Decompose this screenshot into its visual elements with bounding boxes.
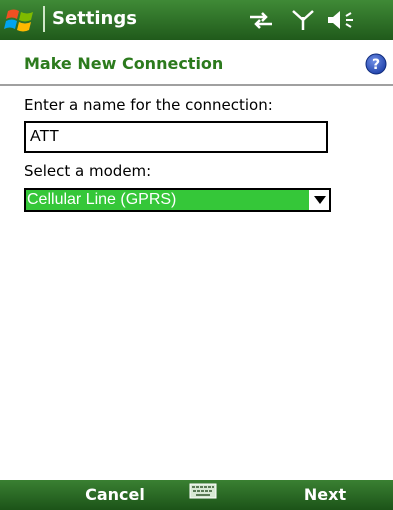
page-title: Make New Connection: [24, 54, 224, 73]
title-separator: [43, 6, 45, 32]
windows-start-icon[interactable]: [4, 4, 38, 36]
title-bar: Settings: [0, 0, 393, 40]
modem-selected-value: Cellular Line (GPRS): [26, 190, 309, 210]
app-title: Settings: [52, 8, 137, 29]
signal-antenna-icon[interactable]: [290, 9, 316, 31]
connection-name-label: Enter a name for the connection:: [24, 96, 273, 114]
keyboard-icon[interactable]: [189, 483, 217, 499]
modem-label: Select a modem:: [24, 162, 152, 180]
sync-arrows-icon[interactable]: [246, 9, 276, 31]
softkey-bar: Cancel Next: [0, 480, 393, 510]
modem-dropdown[interactable]: Cellular Line (GPRS): [24, 188, 331, 212]
help-icon[interactable]: ?: [365, 53, 387, 75]
volume-speaker-icon[interactable]: [326, 9, 360, 31]
page-header: Make New Connection ?: [0, 40, 393, 86]
connection-name-input[interactable]: [24, 121, 328, 153]
next-button[interactable]: Next: [270, 480, 380, 510]
svg-text:?: ?: [372, 57, 380, 73]
chevron-down-icon[interactable]: [314, 196, 326, 204]
cancel-button[interactable]: Cancel: [60, 480, 170, 510]
header-divider: [0, 84, 393, 86]
